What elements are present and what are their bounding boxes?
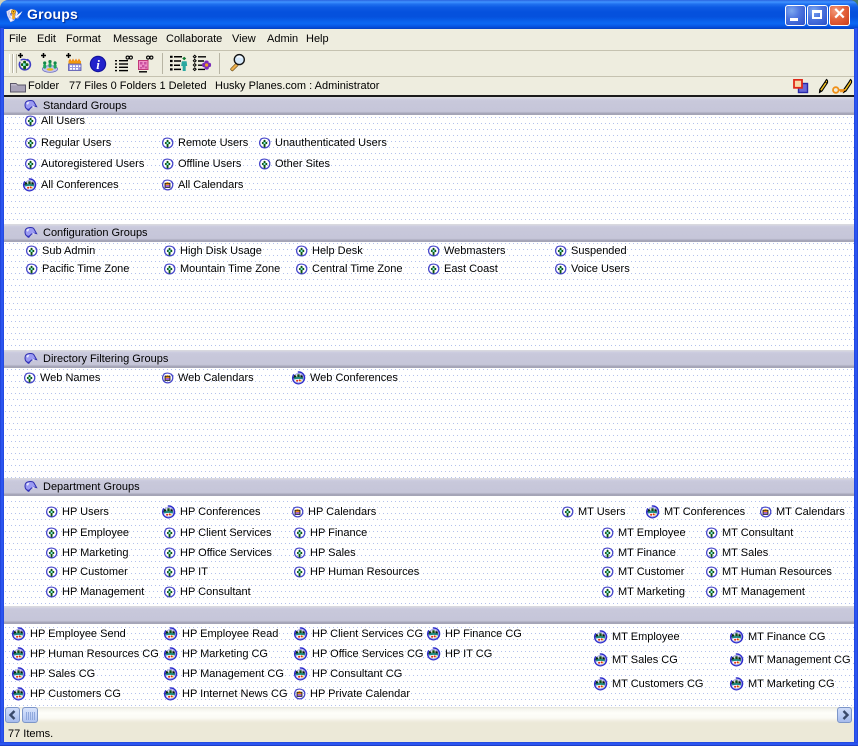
svg-text:i: i — [96, 57, 100, 72]
